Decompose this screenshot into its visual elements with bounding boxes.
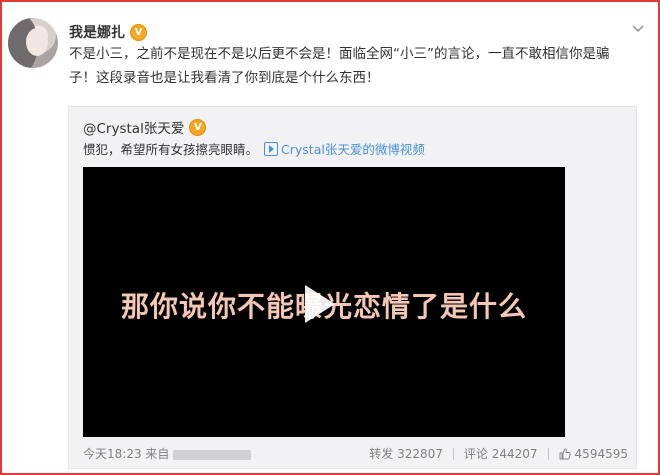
repost-card: @Crystal张天爱 V 惯犯，希望所有女孩擦亮眼睛。 Crystal张天爱的…: [68, 106, 637, 469]
video-link-label: Crystal张天爱的微博视频: [281, 142, 425, 157]
divider: [547, 447, 549, 460]
repost-footer: 今天18:23 来自 转发 322807 评论 244207 4594595: [83, 445, 628, 463]
stats: 转发 322807 评论 244207 4594595: [369, 445, 628, 462]
verified-badge-icon: V: [130, 23, 147, 41]
play-button-icon[interactable]: [305, 285, 335, 323]
like-button[interactable]: 4594595: [559, 447, 628, 461]
avatar-face: [26, 28, 48, 56]
video-player[interactable]: 那你说你不能曝光恋情了是什么: [83, 167, 565, 437]
post-time-text: 今天18:23 来自: [83, 447, 170, 461]
author-name[interactable]: 我是娜扎: [69, 22, 125, 42]
repost-text: 惯犯，希望所有女孩擦亮眼睛。: [83, 142, 259, 157]
comment-count: 244207: [491, 446, 538, 461]
author-row: 我是娜扎 V: [69, 22, 147, 42]
repost-count: 322807: [397, 446, 443, 461]
post-time: 今天18:23 来自: [83, 445, 252, 462]
verified-badge-icon: V: [189, 118, 207, 136]
repost-author-row: @Crystal张天爱 V: [83, 117, 207, 137]
chevron-down-icon[interactable]: [630, 20, 646, 36]
avatar[interactable]: [8, 18, 58, 68]
post-text: 不是小三，之前不是现在不是以后更不会是！面临全网“小三”的言论，一直不敢相信你是…: [69, 42, 639, 90]
repost-text-row: 惯犯，希望所有女孩擦亮眼睛。 Crystal张天爱的微博视频: [83, 139, 425, 158]
repost-label: 转发: [369, 447, 394, 461]
post-text-line: 不是小三，之前不是现在不是以后更不会是！面临全网“小三”的言论，一直不敢相信你是…: [69, 46, 610, 62]
video-play-icon: [264, 141, 279, 156]
video-link[interactable]: Crystal张天爱的微博视频: [264, 139, 425, 158]
source-blurred: [173, 449, 252, 460]
repost-button[interactable]: 转发 322807: [369, 445, 443, 462]
comment-button[interactable]: 评论 244207: [464, 445, 538, 462]
comment-label: 评论: [463, 447, 488, 461]
repost-author[interactable]: @Crystal张天爱: [83, 117, 184, 137]
divider: [452, 447, 454, 460]
thumbs-up-icon: [559, 448, 571, 459]
like-count: 4594595: [574, 446, 628, 461]
post-text-line: 子！这段录音也是让我看清了你到底是个什么东西！: [69, 70, 380, 86]
